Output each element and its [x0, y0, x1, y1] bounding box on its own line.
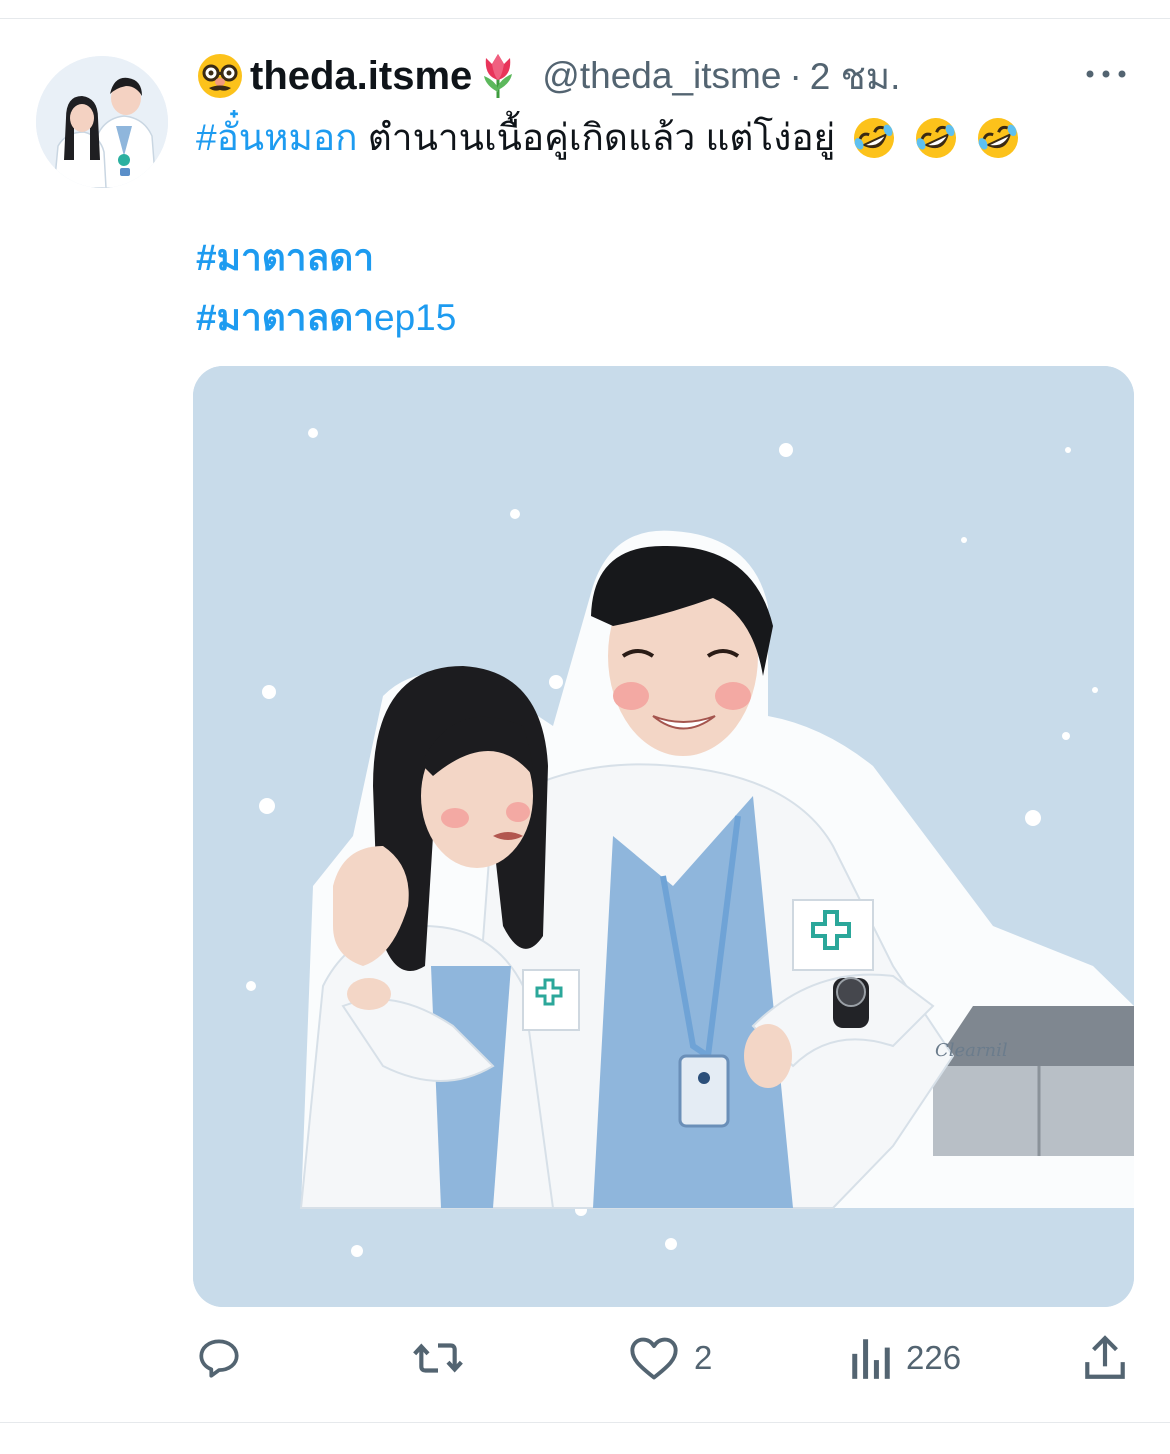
like-count: 2	[694, 1339, 713, 1376]
timestamp[interactable]: 2 ชม.	[810, 47, 901, 106]
hashtag-rest-part: ep15	[374, 297, 457, 338]
retweet-icon	[413, 1343, 463, 1373]
tweet-header: theda.itsme @theda_itsme · 2 ชม.	[196, 50, 900, 102]
rolling-on-floor-laughing-emoji	[978, 118, 1019, 158]
top-divider	[0, 18, 1170, 19]
disguised-face-emoji	[198, 54, 242, 98]
rolling-on-floor-laughing-emoji	[916, 118, 957, 158]
reply-button[interactable]	[194, 1326, 258, 1390]
tweet-image[interactable]: Clearnil	[193, 366, 1134, 1307]
separator-dot: ·	[789, 55, 802, 96]
tweet-text-line-1: #อั๋นหมอก ตำนานเนื้อคู่เกิดแล้ว แต่โง่อย…	[196, 114, 1021, 162]
share-button[interactable]	[1082, 1326, 1128, 1390]
handle[interactable]: @theda_itsme	[542, 55, 781, 97]
share-icon	[1085, 1335, 1125, 1379]
hashtag-link[interactable]: #มาตาลดาep15	[196, 297, 456, 338]
avatar[interactable]	[36, 56, 168, 188]
tweet-text-line-2: #มาตาลดา	[196, 234, 374, 282]
tulip-emoji	[484, 54, 513, 98]
tweet-text-line-3: #มาตาลดาep15	[196, 294, 456, 342]
rolling-on-floor-laughing-emoji	[854, 118, 895, 158]
heart-icon	[630, 1337, 678, 1380]
hashtag-link[interactable]: #มาตาลดา	[196, 237, 374, 278]
reply-icon	[199, 1339, 239, 1378]
views-button[interactable]: 226	[850, 1326, 961, 1390]
more-options-icon[interactable]	[1082, 58, 1130, 90]
image-signature: Clearnil	[935, 1040, 1008, 1061]
tweet-text: ตำนานเนื้อคู่เกิดแล้ว แต่โง่อยู่	[357, 117, 836, 158]
display-name[interactable]: theda.itsme	[250, 54, 472, 99]
hashtag-bold-part: #มาตาลดา	[196, 297, 375, 338]
doctors-illustration: Clearnil	[193, 366, 1134, 1307]
avatar-illustration	[36, 56, 168, 188]
tweet-actions: 2 226	[0, 1326, 1170, 1390]
bottom-divider	[0, 1422, 1170, 1423]
retweet-button[interactable]	[410, 1326, 480, 1390]
like-button[interactable]: 2	[628, 1326, 712, 1390]
hashtag-link[interactable]: #อั๋นหมอก	[196, 114, 358, 162]
views-chart-icon	[852, 1339, 890, 1379]
views-count: 226	[906, 1339, 962, 1376]
